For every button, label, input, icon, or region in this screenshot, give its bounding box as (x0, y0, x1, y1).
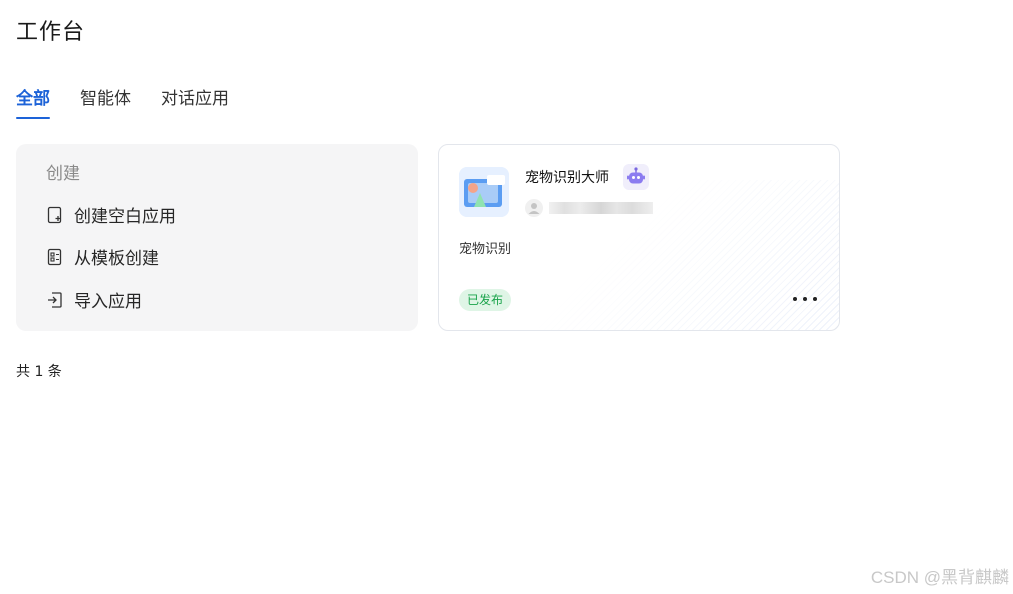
author-name: █████████ (549, 202, 653, 214)
more-dots-icon[interactable] (793, 291, 817, 307)
user-avatar-icon (525, 199, 543, 217)
create-blank-app-button[interactable]: 创建空白应用 (46, 202, 176, 227)
status-badge: 已发布 (459, 289, 512, 311)
tab-bar: 全部 智能体 对话应用 (16, 88, 229, 120)
create-blank-app-label: 创建空白应用 (74, 207, 176, 227)
total-count: 共 1 条 (16, 364, 62, 380)
import-app-button[interactable]: 导入应用 (46, 287, 142, 312)
tab-all[interactable]: 全部 (16, 88, 50, 120)
app-description: 宠物识别 (459, 242, 512, 257)
import-icon (46, 291, 64, 309)
tab-chat-apps[interactable]: 对话应用 (161, 88, 229, 120)
blank-app-icon (46, 206, 64, 224)
app-name: 宠物识别大师 (525, 170, 609, 186)
tab-agents[interactable]: 智能体 (80, 88, 131, 120)
more-dot (813, 297, 817, 301)
template-icon (46, 248, 64, 266)
more-dot (803, 297, 807, 301)
app-card[interactable]: 宠物识别大师 █████████ 宠物识别 (438, 144, 840, 331)
watermark: CSDN @黑背麒麟 (870, 568, 1009, 587)
import-app-label: 导入应用 (74, 292, 142, 312)
app-avatar-icon (459, 167, 509, 217)
page-title: 工作台 (16, 20, 86, 45)
create-from-template-label: 从模板创建 (74, 249, 159, 269)
robot-icon (623, 164, 649, 190)
create-from-template-button[interactable]: 从模板创建 (46, 244, 159, 269)
workbench-page: 工作台 全部 智能体 对话应用 创建 创建空白应用 从模板创建 导入应用 宠物识… (0, 0, 1013, 594)
create-card: 创建 创建空白应用 从模板创建 导入应用 (16, 144, 418, 331)
more-dot (793, 297, 797, 301)
author-row: █████████ (525, 199, 653, 217)
create-heading: 创建 (46, 164, 80, 184)
